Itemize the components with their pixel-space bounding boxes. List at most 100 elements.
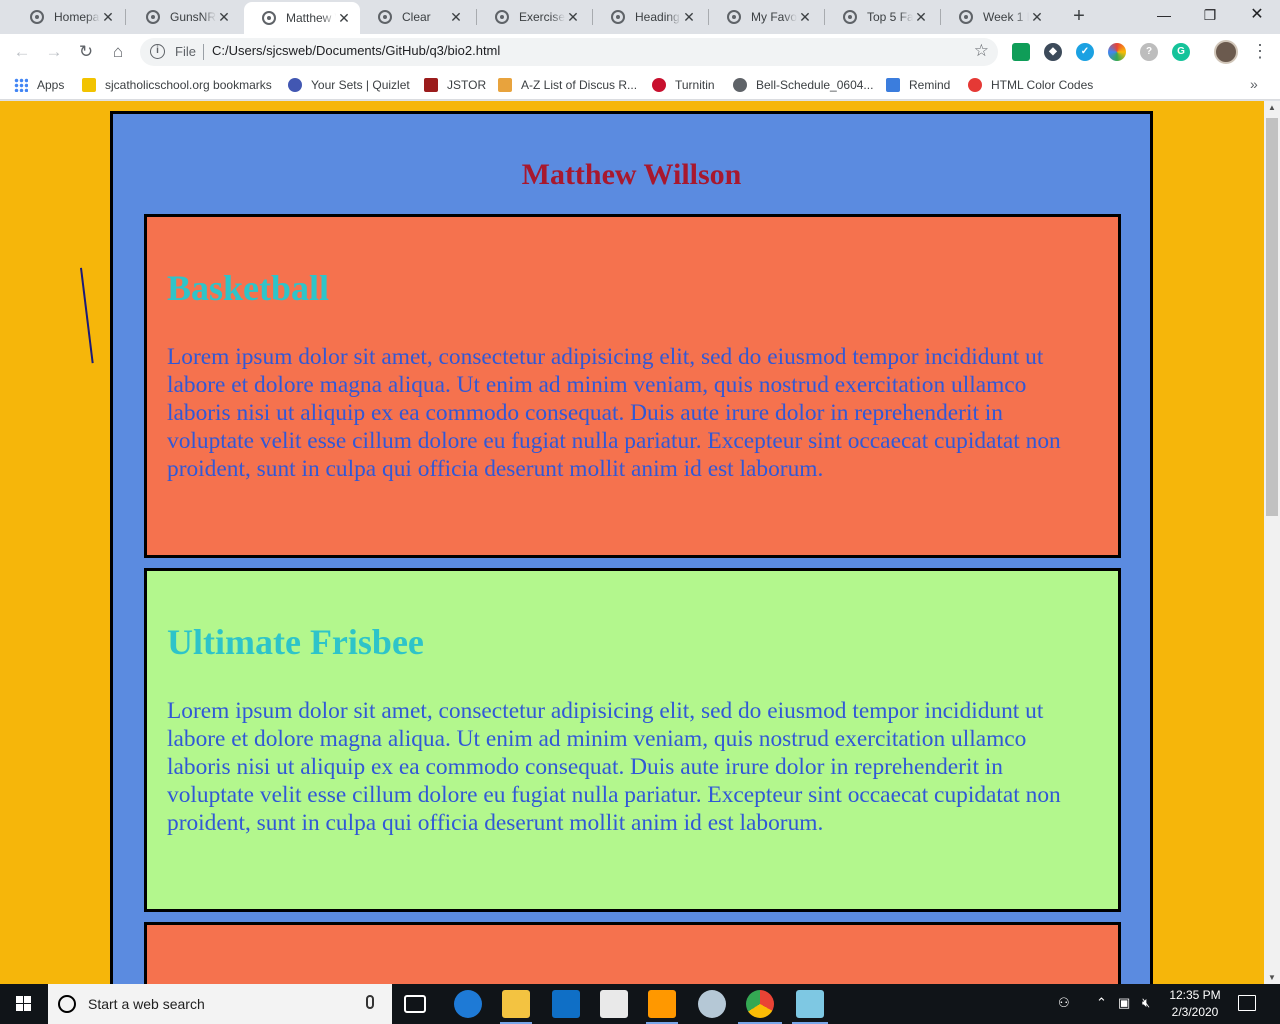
windows-logo-icon [16,996,23,1003]
bookmark-star-icon[interactable]: ☆ [974,41,989,61]
store-icon[interactable] [552,990,580,1018]
globe-icon [495,10,509,24]
vertical-scrollbar[interactable]: ▲ ▼ [1264,101,1280,984]
close-icon[interactable]: ✕ [100,9,116,26]
reload-button[interactable]: ↻ [74,40,98,64]
windows-logo-pane [16,1004,23,1011]
globe-icon [262,11,276,25]
bookmark-label: Your Sets | Quizlet [311,78,410,92]
start-button[interactable] [0,984,48,1024]
tab-title: Clear [402,10,431,24]
notepad-icon[interactable] [796,990,824,1018]
google-classroom-extension-icon[interactable] [1012,43,1030,61]
volume-muted-icon[interactable]: 🔇︎ [1142,995,1150,1011]
window-close-button[interactable]: ✕ [1234,0,1280,30]
bookmark-label: Turnitin [675,78,715,92]
taskbar-search[interactable]: Start a web search [48,984,392,1024]
address-url[interactable]: C:/Users/sjcsweb/Documents/GitHub/q3/bio… [212,43,500,58]
address-divider [203,44,204,60]
close-icon[interactable]: ✕ [448,9,464,26]
back-button[interactable]: ← [10,40,34,64]
bookmark-label: HTML Color Codes [991,78,1094,92]
edge-icon[interactable] [454,990,482,1018]
tab-gunsnroses[interactable]: GunsNRoses ✕ [128,2,240,32]
grammarly-extension-icon[interactable]: G [1172,43,1190,61]
forward-button[interactable]: → [42,40,66,64]
browser-menu-button[interactable]: ⋮ [1250,40,1270,64]
tab-my-favorite[interactable]: My Favorite ✕ [709,2,821,32]
close-icon[interactable]: ✕ [797,9,813,26]
tab-clear[interactable]: Clear ✕ [360,2,472,32]
bookmark-discus[interactable]: A-Z List of Discus R... [498,76,637,94]
bookmark-apps[interactable]: Apps [14,76,64,94]
globe-icon [959,10,973,24]
minimize-button[interactable]: — [1141,0,1187,30]
tab-week-1[interactable]: Week 1 R ✕ [941,2,1053,32]
close-icon[interactable]: ✕ [1029,9,1045,26]
close-icon[interactable]: ✕ [565,9,581,26]
globe-icon [611,10,625,24]
microphone-icon[interactable] [366,995,374,1009]
close-icon[interactable]: ✕ [913,9,929,26]
more-bookmarks-icon[interactable]: » [1250,76,1258,92]
close-icon[interactable]: ✕ [681,9,697,26]
tab-heading[interactable]: Heading S ✕ [593,2,705,32]
tab-strip: Homepage ✕ GunsNRoses ✕ Matthew Willson … [0,0,1280,34]
chevron-up-icon[interactable]: ⌃ [1096,995,1107,1011]
section-body: Lorem ipsum dolor sit amet, consectetur … [167,698,1061,836]
chrome-icon[interactable] [746,990,774,1018]
network-icon[interactable]: ▣ [1118,995,1130,1011]
folder-icon [82,78,96,92]
color-codes-icon [968,78,982,92]
color-wheel-extension-icon[interactable] [1108,43,1126,61]
address-bar[interactable]: i File C:/Users/sjcsweb/Documents/GitHub… [140,38,998,66]
paint-icon[interactable] [698,990,726,1018]
tab-separator [125,9,126,25]
globe-icon [843,10,857,24]
system-clock[interactable]: 12:35 PM 2/3/2020 [1162,987,1228,1021]
bookmark-turnitin[interactable]: Turnitin [652,76,715,94]
task-view-icon[interactable] [404,995,426,1013]
check-shield-extension-icon[interactable]: ✓ [1076,43,1094,61]
globe-icon [146,10,160,24]
scroll-down-arrow-icon[interactable]: ▼ [1264,973,1280,982]
file-explorer-icon[interactable] [502,990,530,1018]
sublime-text-icon[interactable] [648,990,676,1018]
action-center-icon[interactable] [1238,995,1256,1011]
bookmark-bell-schedule[interactable]: Bell-Schedule_0604... [733,76,873,94]
turnitin-icon [652,78,666,92]
tab-title: Top 5 Fav [867,10,913,24]
tab-title: Homepage [54,10,100,24]
remind-icon [886,78,900,92]
scroll-up-arrow-icon[interactable]: ▲ [1264,103,1280,112]
address-scheme: File [175,44,196,59]
section-basketball: Basketball Lorem ipsum dolor sit amet, c… [144,214,1121,558]
bookmark-jstor[interactable]: JSTOR [424,76,486,94]
restore-button[interactable]: ❐ [1187,0,1233,30]
globe-icon [378,10,392,24]
mail-icon[interactable] [600,990,628,1018]
tab-matthew-willson[interactable]: Matthew Willson ✕ [244,2,360,34]
bookmark-sjcatholicschool[interactable]: sjcatholicschool.org bookmarks [82,76,272,94]
close-icon[interactable]: ✕ [336,10,352,27]
bookmark-quizlet[interactable]: Your Sets | Quizlet [288,76,410,94]
tab-title: Week 1 R [983,10,1029,24]
tab-top-5[interactable]: Top 5 Fav ✕ [825,2,937,32]
scrollbar-thumb[interactable] [1266,118,1278,516]
page-viewport: Matthew Willson Basketball Lorem ipsum d… [0,101,1264,984]
new-tab-button[interactable]: + [1068,6,1090,28]
help-extension-icon[interactable]: ? [1140,43,1158,61]
tab-exercise-1[interactable]: Exercise 1 ✕ [477,2,589,32]
home-button[interactable]: ⌂ [106,40,130,64]
shield-extension-icon[interactable]: ◆ [1044,43,1062,61]
tab-homepage[interactable]: Homepage ✕ [12,2,124,32]
people-icon[interactable]: ⚇ [1058,995,1070,1011]
bookmarks-bar: Apps sjcatholicschool.org bookmarks Your… [0,70,1280,100]
section-body: Lorem ipsum dolor sit amet, consectetur … [167,344,1061,482]
close-icon[interactable]: ✕ [216,9,232,26]
page-title: Matthew Willson [521,158,742,191]
info-icon[interactable]: i [150,44,165,59]
profile-avatar[interactable] [1214,40,1238,64]
bookmark-html-color-codes[interactable]: HTML Color Codes [968,76,1093,94]
bookmark-remind[interactable]: Remind [886,76,950,94]
